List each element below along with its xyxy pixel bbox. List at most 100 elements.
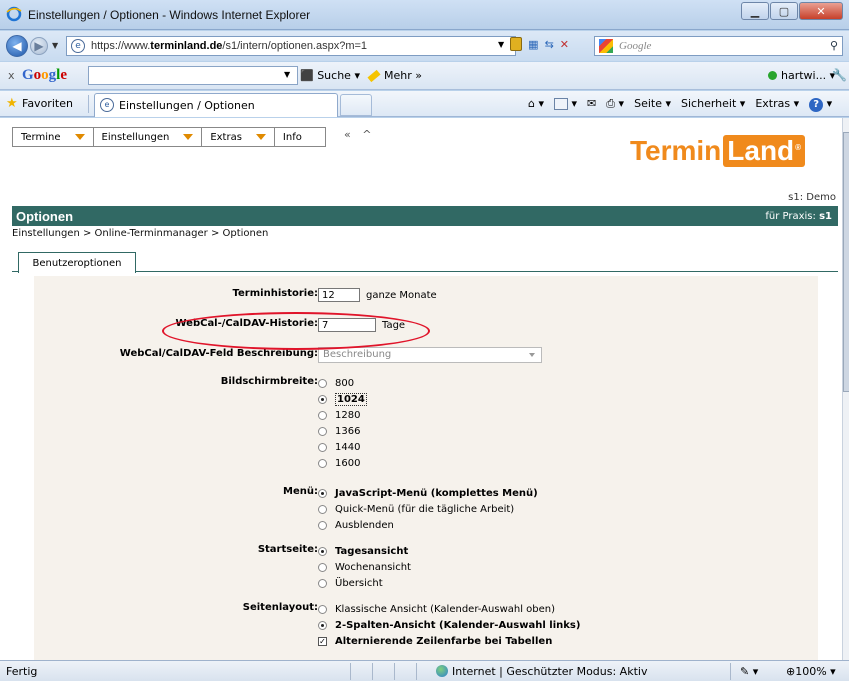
divider	[394, 663, 395, 680]
address-input[interactable]: e https://www.terminland.de/s1/intern/op…	[66, 36, 516, 56]
radio-option[interactable]: 1440	[318, 439, 367, 455]
favorites-star-icon[interactable]: ★	[6, 96, 18, 111]
favorites-bar: ★ Favoriten e Einstellungen / Optionen ⌂…	[0, 91, 849, 117]
window-title: Einstellungen / Optionen - Windows Inter…	[28, 8, 311, 22]
search-icon[interactable]: ⚲	[830, 39, 838, 52]
stop-icon[interactable]: ✕	[560, 38, 569, 51]
lock-icon[interactable]	[510, 37, 523, 51]
divider	[730, 663, 731, 680]
page-content: Termine Einstellungen Extras Info « ^ Te…	[0, 118, 842, 660]
radio-option[interactable]: Klassische Ansicht (Kalender-Auswahl obe…	[318, 601, 580, 617]
checkbox[interactable]: ✓	[318, 636, 327, 646]
pencil-icon	[367, 69, 381, 83]
radio-option[interactable]: 1280	[318, 407, 367, 423]
google-user-button[interactable]: hartwi... ▾	[768, 69, 835, 82]
webcal-feld-select[interactable]: Beschreibung	[318, 347, 542, 363]
menu-extras[interactable]: Extras	[202, 128, 275, 146]
google-dropdown-icon[interactable]: ▼	[284, 70, 290, 79]
page-menu[interactable]: Seite ▾	[634, 97, 671, 112]
forward-button[interactable]: ▶	[30, 37, 48, 55]
search-input[interactable]: Google ⚲	[594, 36, 843, 56]
divider	[88, 95, 89, 113]
google-more-button[interactable]: Mehr »	[367, 69, 422, 83]
label-bildschirmbreite: Bildschirmbreite:	[220, 376, 318, 387]
praxis-info: für Praxis: s1	[765, 210, 832, 222]
favorites-button[interactable]: Favoriten	[22, 97, 73, 110]
wrench-icon[interactable]: 🔧	[832, 68, 847, 82]
menu-termine[interactable]: Termine	[13, 128, 94, 146]
tools-menu[interactable]: Extras ▾	[755, 97, 799, 112]
startseite-options: Tagesansicht Wochenansicht Übersicht	[318, 543, 411, 591]
address-bar-row: ◀ ▶ ▼ e https://www.terminland.de/s1/int…	[0, 31, 849, 61]
tab-benutzeroptionen[interactable]: Benutzeroptionen	[18, 252, 136, 273]
radio-option[interactable]: 1366	[318, 423, 367, 439]
compat-view-icon[interactable]: ▦	[528, 38, 538, 51]
close-toolbar-icon[interactable]: x	[8, 69, 15, 82]
home-button[interactable]: ⌂ ▾	[528, 97, 544, 112]
radio-option[interactable]: 2-Spalten-Ansicht (Kalender-Auswahl link…	[318, 617, 580, 633]
seitenlayout-options: Klassische Ansicht (Kalender-Auswahl obe…	[318, 601, 580, 649]
minimize-button[interactable]: ▁	[741, 2, 769, 20]
zoom-control[interactable]: ⊕100% ▾	[786, 665, 836, 678]
tab-title: Einstellungen / Optionen	[119, 99, 255, 112]
google-toolbar: x Google ▼ ⬛ Suche ▾ Mehr » hartwi... ▾ …	[0, 62, 849, 90]
checkbox-alternating-rows[interactable]: ✓ Alternierende Zeilenfarbe bei Tabellen	[318, 633, 580, 649]
feeds-button[interactable]: ▾	[554, 97, 577, 112]
terminland-logo: Termin Land®	[630, 134, 806, 168]
breadcrumb: Einstellungen > Online-Terminmanager > O…	[12, 228, 269, 239]
feeds-icon	[554, 98, 569, 110]
security-zone[interactable]: Internet | Geschützter Modus: Aktiv	[436, 665, 647, 678]
url-text: https://www.terminland.de/s1/intern/opti…	[91, 40, 368, 52]
menu-einstellungen[interactable]: Einstellungen	[94, 128, 203, 146]
address-dropdown-icon[interactable]: ▼	[498, 40, 504, 49]
radio-option[interactable]: 800	[318, 375, 367, 391]
radio-option[interactable]: Tagesansicht	[318, 543, 411, 559]
help-button[interactable]: ? ▾	[809, 97, 832, 112]
google-search-input[interactable]	[88, 66, 298, 85]
label-seitenlayout: Seitenlayout:	[242, 602, 318, 613]
radio-option[interactable]: Wochenansicht	[318, 559, 411, 575]
divider	[350, 663, 351, 680]
radio-option[interactable]: Übersicht	[318, 575, 411, 591]
browser-tab-active[interactable]: e Einstellungen / Optionen	[94, 93, 338, 117]
maximize-button[interactable]: ▢	[770, 2, 798, 20]
tab-row: Benutzeroptionen	[12, 252, 838, 273]
radio-option[interactable]: 1600	[318, 455, 367, 471]
page-title: Optionen	[16, 208, 74, 224]
online-status-icon	[768, 71, 777, 80]
radio-option[interactable]: JavaScript-Menü (komplettes Menü)	[318, 485, 538, 501]
google-logo: Google	[22, 67, 68, 83]
radio-option[interactable]: 1024	[318, 391, 367, 407]
mail-button[interactable]: ✉	[587, 97, 596, 112]
address-icons: ▼ ▦ ⇆ ✕	[498, 37, 569, 51]
radio-option[interactable]: Quick-Menü (für die tägliche Arbeit)	[318, 501, 538, 517]
menu-arrow-icon	[74, 134, 85, 140]
tab-page-icon: e	[100, 98, 114, 112]
terminhistorie-input[interactable]: 12	[318, 288, 360, 302]
status-bar: Fertig Internet | Geschützter Modus: Akt…	[0, 660, 849, 681]
print-button[interactable]: ⎙ ▾	[606, 97, 624, 112]
history-dropdown-icon[interactable]: ▼	[52, 41, 58, 50]
protected-mode-icon[interactable]: ✎ ▾	[740, 665, 758, 678]
menu-collapse-icon[interactable]: « ^	[344, 128, 375, 141]
scrollbar-thumb[interactable]	[843, 132, 849, 392]
google-search-provider-icon[interactable]	[599, 39, 613, 53]
close-window-button[interactable]: ✕	[799, 2, 843, 20]
help-icon: ?	[809, 98, 824, 112]
ie-logo-icon	[6, 6, 22, 22]
practice-id: s1: Demo	[788, 192, 836, 203]
refresh-icon[interactable]: ⇆	[545, 38, 554, 51]
label-startseite: Startseite:	[257, 544, 318, 555]
vertical-scrollbar[interactable]	[842, 118, 849, 660]
label-terminhistorie: Terminhistorie:	[232, 288, 318, 299]
menu-arrow-icon	[183, 134, 194, 140]
page-title-bar: Optionen für Praxis: s1	[12, 206, 838, 226]
radio-option[interactable]: Ausblenden	[318, 517, 538, 533]
page-icon: e	[71, 39, 85, 53]
new-tab-button[interactable]	[340, 94, 372, 116]
google-search-button[interactable]: ⬛ Suche ▾	[300, 69, 360, 82]
back-button[interactable]: ◀	[6, 35, 28, 57]
menu-info[interactable]: Info	[275, 128, 325, 146]
safety-menu[interactable]: Sicherheit ▾	[681, 97, 745, 112]
highlight-ellipse	[162, 312, 430, 350]
